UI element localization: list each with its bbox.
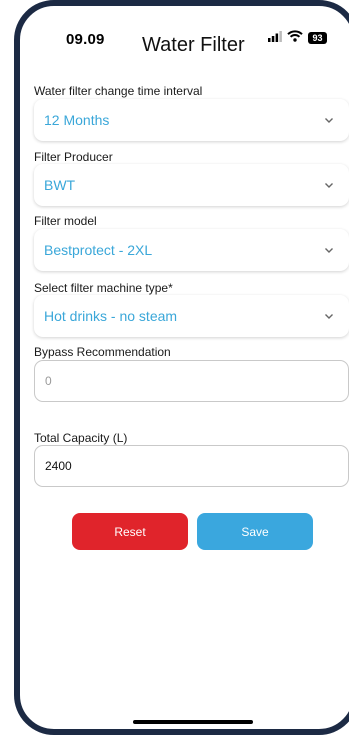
status-bar: 09.09 Water Filter 93 [0, 0, 349, 60]
producer-value: BWT [44, 177, 76, 193]
home-indicator [133, 720, 253, 724]
status-icons: 93 [268, 30, 327, 46]
status-time: 09.09 [66, 31, 105, 48]
capacity-label: Total Capacity (L) [34, 431, 128, 445]
interval-value: 12 Months [44, 112, 110, 128]
page-title: Water Filter [142, 34, 245, 56]
battery-icon: 93 [308, 32, 327, 44]
capacity-value: 2400 [45, 459, 72, 473]
chevron-down-icon [323, 309, 335, 321]
producer-label: Filter Producer [34, 150, 113, 164]
interval-select[interactable]: 12 Months [34, 99, 349, 141]
model-label: Filter model [34, 214, 97, 228]
chevron-down-icon [323, 113, 335, 125]
model-value: Bestprotect - 2XL [44, 242, 153, 258]
reset-button[interactable]: Reset [72, 513, 188, 550]
machine-type-label: Select filter machine type* [34, 281, 173, 295]
bypass-label: Bypass Recommendation [34, 345, 171, 359]
model-select[interactable]: Bestprotect - 2XL [34, 229, 349, 271]
interval-label: Water filter change time interval [34, 84, 203, 98]
wifi-icon [287, 29, 303, 47]
machine-type-select[interactable]: Hot drinks - no steam [34, 295, 349, 337]
bypass-placeholder: 0 [45, 374, 52, 388]
machine-type-value: Hot drinks - no steam [44, 308, 178, 324]
signal-icon [268, 29, 282, 47]
chevron-down-icon [323, 243, 335, 255]
producer-select[interactable]: BWT [34, 164, 349, 206]
phone-screen: 09.09 Water Filter 93 Water filter chang… [0, 0, 349, 737]
capacity-input[interactable]: 2400 [34, 445, 349, 487]
save-button[interactable]: Save [197, 513, 313, 550]
bypass-input[interactable]: 0 [34, 360, 349, 402]
chevron-down-icon [323, 178, 335, 190]
